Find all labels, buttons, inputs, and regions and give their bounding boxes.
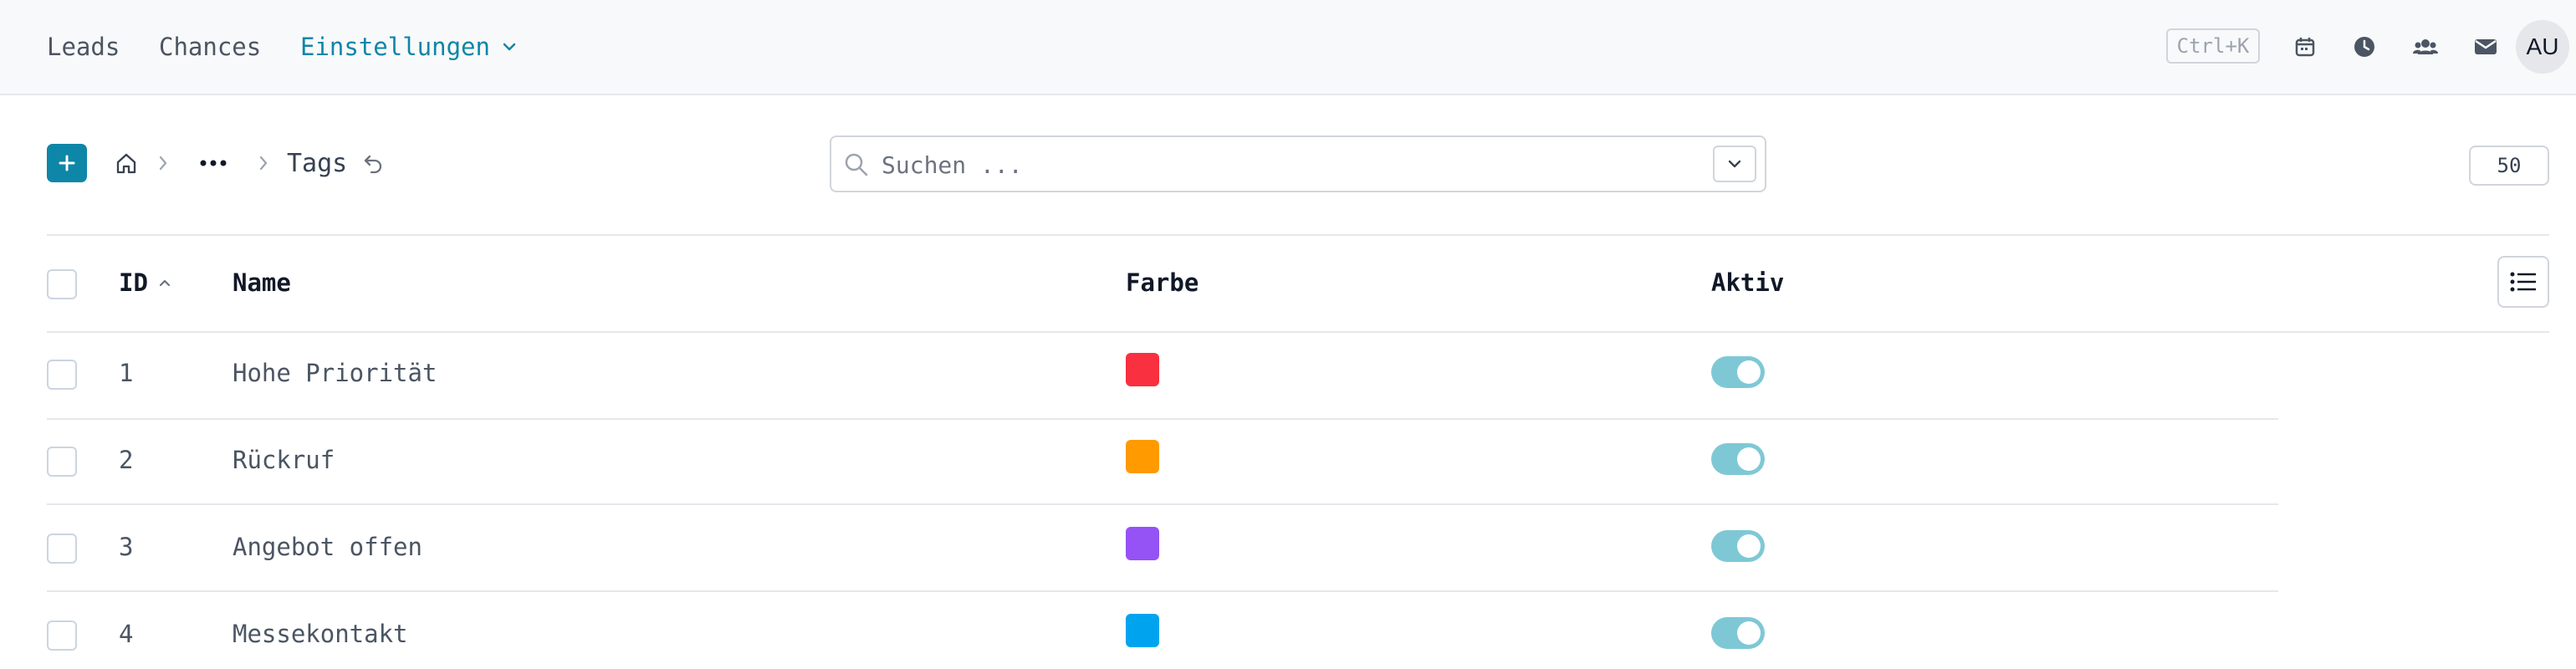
reload-icon[interactable] (361, 144, 385, 182)
divider (47, 503, 2278, 505)
cell-name: Rückruf (233, 446, 335, 474)
divider (47, 234, 2549, 236)
column-header-name[interactable]: Name (233, 266, 291, 299)
active-toggle[interactable] (1711, 356, 1765, 388)
plus-icon (59, 155, 75, 171)
toggle-knob (1737, 534, 1761, 558)
cell-name: Angebot offen (233, 533, 422, 561)
column-header-id[interactable]: ID (119, 266, 171, 299)
row-checkbox[interactable] (47, 534, 77, 564)
add-button[interactable] (47, 144, 87, 182)
breadcrumb-more[interactable] (199, 144, 227, 182)
breadcrumb-home[interactable] (114, 144, 139, 182)
toggle-knob (1737, 447, 1761, 471)
toggle-knob (1737, 360, 1761, 384)
column-settings-button[interactable] (2497, 256, 2549, 308)
breadcrumb-current: Tags (287, 144, 347, 182)
column-header-color[interactable]: Farbe (1126, 266, 1199, 299)
column-header-active[interactable]: Aktiv (1711, 266, 1784, 299)
column-header-id-label: ID (119, 268, 148, 297)
cell-name: Hohe Priorität (233, 359, 437, 387)
divider (47, 590, 2278, 592)
cell-id: 4 (119, 620, 134, 648)
user-avatar[interactable]: AU (2516, 20, 2569, 74)
cell-id: 3 (119, 533, 134, 561)
calendar-icon[interactable] (2290, 32, 2320, 62)
toggle-knob (1737, 621, 1761, 645)
list-icon (2510, 272, 2536, 292)
breadcrumb-separator (258, 144, 269, 182)
nav-leads[interactable]: Leads (47, 0, 120, 94)
cell-id: 1 (119, 359, 134, 387)
top-bar: Leads Chances Einstellungen Ctrl+K AU (0, 0, 2576, 95)
chevron-down-icon (503, 43, 516, 51)
command-shortcut[interactable]: Ctrl+K (2166, 28, 2260, 64)
search-input[interactable] (880, 146, 1686, 184)
active-toggle[interactable] (1711, 443, 1765, 475)
cell-id: 2 (119, 446, 134, 474)
sort-asc-icon (159, 279, 171, 287)
cell-name: Messekontakt (233, 620, 408, 648)
more-horizontal-icon (200, 160, 227, 166)
nav-settings[interactable]: Einstellungen (300, 0, 517, 94)
row-checkbox[interactable] (47, 360, 77, 390)
active-toggle[interactable] (1711, 617, 1765, 649)
breadcrumb-separator (157, 144, 169, 182)
clock-icon[interactable] (2349, 32, 2379, 62)
chevron-down-icon (1728, 160, 1741, 168)
search-box (830, 135, 1766, 192)
divider (47, 418, 2278, 420)
nav-chances[interactable]: Chances (159, 0, 261, 94)
color-swatch (1126, 614, 1159, 647)
row-checkbox[interactable] (47, 447, 77, 477)
select-all-checkbox[interactable] (47, 269, 77, 299)
chevron-right-icon (259, 156, 268, 171)
color-swatch (1126, 527, 1159, 560)
nav-settings-label: Einstellungen (300, 33, 490, 61)
search-icon (845, 153, 868, 176)
breadcrumb-current-label: Tags (287, 148, 348, 178)
divider (47, 331, 2549, 333)
color-swatch (1126, 440, 1159, 473)
row-checkbox[interactable] (47, 620, 77, 651)
home-icon (116, 153, 136, 174)
users-icon[interactable] (2410, 32, 2441, 62)
page-size-select[interactable]: 50 (2469, 146, 2549, 186)
chevron-right-icon (159, 156, 167, 171)
active-toggle[interactable] (1711, 530, 1765, 562)
search-filter-dropdown[interactable] (1713, 146, 1756, 182)
color-swatch (1126, 353, 1159, 386)
mail-icon[interactable] (2471, 32, 2501, 62)
